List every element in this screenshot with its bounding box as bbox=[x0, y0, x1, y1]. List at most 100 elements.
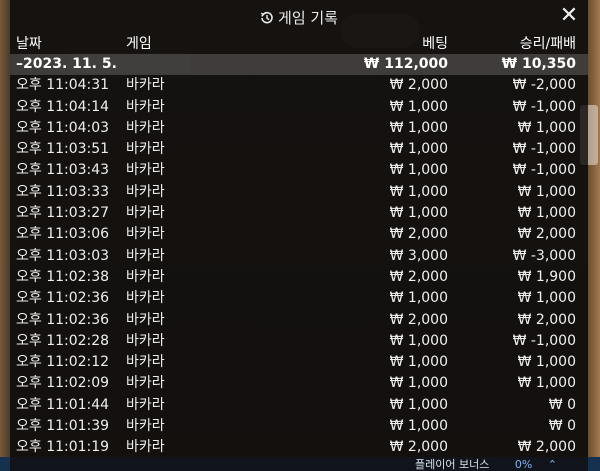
row-game: 바카라 bbox=[126, 418, 165, 435]
row-bet: ₩ 1,000 bbox=[389, 396, 448, 413]
row-time: 오후 11:01:44 bbox=[16, 396, 110, 413]
row-bet: ₩ 1,000 bbox=[389, 162, 448, 179]
row-win-loss: ₩ -1,000 bbox=[512, 332, 576, 349]
background-left-edge bbox=[0, 0, 10, 471]
row-bet: ₩ 1,000 bbox=[389, 418, 448, 435]
player-bonus-bar[interactable]: 플레이어 보너스 0% ⌃ bbox=[415, 458, 557, 471]
table-row[interactable]: 오후 11:01:44 바카라 ₩ 1,000 ₩ 0 bbox=[10, 395, 588, 416]
header-date[interactable]: 날짜 bbox=[16, 34, 42, 54]
table-row[interactable]: 오후 11:01:19 바카라 ₩ 2,000 ₩ 2,000 bbox=[10, 437, 588, 458]
row-win-loss: ₩ 1,000 bbox=[517, 290, 576, 307]
row-bet: ₩ 2,000 bbox=[389, 311, 448, 328]
row-time: 오후 11:03:33 bbox=[16, 183, 110, 200]
row-time: 오후 11:02:36 bbox=[16, 311, 110, 328]
row-bet: ₩ 1,000 bbox=[389, 98, 448, 115]
row-win-loss: ₩ 1,000 bbox=[517, 375, 576, 392]
table-row[interactable]: 오후 11:03:27 바카라 ₩ 1,000 ₩ 1,000 bbox=[10, 203, 588, 224]
date-summary-row[interactable]: –2023. 11. 5. ₩ 112,000 ₩ 10,350 bbox=[10, 54, 588, 76]
table-row[interactable]: 오후 11:01:39 바카라 ₩ 1,000 ₩ 0 bbox=[10, 416, 588, 437]
player-bonus-label: 플레이어 보너스 bbox=[415, 458, 490, 471]
player-bonus-percent: 0% bbox=[514, 458, 533, 471]
row-game: 바카라 bbox=[126, 77, 165, 94]
table-header: 날짜 게임 베팅 승리/패배 bbox=[10, 34, 588, 54]
row-time: 오후 11:03:03 bbox=[16, 247, 110, 264]
row-game: 바카라 bbox=[126, 354, 165, 371]
row-win-loss: ₩ -1,000 bbox=[512, 141, 576, 158]
row-bet: ₩ 2,000 bbox=[389, 226, 448, 243]
row-bet: ₩ 1,000 bbox=[389, 332, 448, 349]
row-bet: ₩ 2,000 bbox=[389, 77, 448, 94]
table-row[interactable]: 오후 11:02:36 바카라 ₩ 1,000 ₩ 1,000 bbox=[10, 288, 588, 309]
row-time: 오후 11:03:43 bbox=[16, 162, 110, 179]
table-row[interactable]: 오후 11:03:03 바카라 ₩ 3,000 ₩ -3,000 bbox=[10, 246, 588, 267]
background-right-edge bbox=[588, 0, 600, 471]
row-win-loss: ₩ 0 bbox=[548, 418, 576, 435]
summary-bet: ₩ 112,000 bbox=[363, 56, 448, 72]
row-game: 바카라 bbox=[126, 162, 165, 179]
row-game: 바카라 bbox=[126, 119, 165, 136]
table-row[interactable]: 오후 11:03:51 바카라 ₩ 1,000 ₩ -1,000 bbox=[10, 139, 588, 160]
row-bet: ₩ 1,000 bbox=[389, 375, 448, 392]
summary-win-loss: ₩ 10,350 bbox=[501, 56, 576, 72]
history-icon bbox=[260, 11, 274, 29]
row-bet: ₩ 2,000 bbox=[389, 268, 448, 285]
header-game[interactable]: 게임 bbox=[126, 34, 152, 54]
row-time: 오후 11:01:19 bbox=[16, 439, 110, 456]
row-game: 바카라 bbox=[126, 311, 165, 328]
row-time: 오후 11:02:36 bbox=[16, 290, 110, 307]
table-row[interactable]: 오후 11:03:06 바카라 ₩ 2,000 ₩ 2,000 bbox=[10, 224, 588, 245]
close-icon[interactable]: ✕ bbox=[558, 5, 580, 27]
row-bet: ₩ 1,000 bbox=[389, 119, 448, 136]
row-win-loss: ₩ 2,000 bbox=[517, 439, 576, 456]
table-row[interactable]: 오후 11:02:38 바카라 ₩ 2,000 ₩ 1,900 bbox=[10, 267, 588, 288]
table-row[interactable]: 오후 11:04:31 바카라 ₩ 2,000 ₩ -2,000 bbox=[10, 75, 588, 96]
row-time: 오후 11:01:39 bbox=[16, 418, 110, 435]
table-row[interactable]: 오후 11:04:14 바카라 ₩ 1,000 ₩ -1,000 bbox=[10, 97, 588, 118]
row-time: 오후 11:02:09 bbox=[16, 375, 110, 392]
table-row[interactable]: 오후 11:03:33 바카라 ₩ 1,000 ₩ 1,000 bbox=[10, 182, 588, 203]
row-game: 바카라 bbox=[126, 226, 165, 243]
row-win-loss: ₩ -3,000 bbox=[512, 247, 576, 264]
title-bar: 게임 기록 ✕ bbox=[10, 0, 588, 34]
row-win-loss: ₩ 1,000 bbox=[517, 119, 576, 136]
table-row[interactable]: 오후 11:02:12 바카라 ₩ 1,000 ₩ 1,000 bbox=[10, 352, 588, 373]
row-bet: ₩ 1,000 bbox=[389, 205, 448, 222]
row-win-loss: ₩ 1,900 bbox=[517, 268, 576, 285]
row-game: 바카라 bbox=[126, 268, 165, 285]
row-game: 바카라 bbox=[126, 141, 165, 158]
table-row[interactable]: 오후 11:02:28 바카라 ₩ 1,000 ₩ -1,000 bbox=[10, 331, 588, 352]
window-title: 게임 기록 bbox=[278, 9, 338, 27]
summary-date: –2023. 11. 5. bbox=[16, 56, 117, 72]
row-game: 바카라 bbox=[126, 98, 165, 115]
game-history-panel: 게임 기록 ✕ 날짜 게임 베팅 승리/패배 –2023. 11. 5. ₩ 1… bbox=[10, 0, 588, 471]
table-row[interactable]: 오후 11:03:43 바카라 ₩ 1,000 ₩ -1,000 bbox=[10, 160, 588, 181]
table-row[interactable]: 오후 11:04:03 바카라 ₩ 1,000 ₩ 1,000 bbox=[10, 118, 588, 139]
row-time: 오후 11:02:28 bbox=[16, 332, 110, 349]
row-win-loss: ₩ 1,000 bbox=[517, 354, 576, 371]
table-row[interactable]: 오후 11:02:36 바카라 ₩ 2,000 ₩ 2,000 bbox=[10, 310, 588, 331]
row-time: 오후 11:04:03 bbox=[16, 119, 110, 136]
row-game: 바카라 bbox=[126, 375, 165, 392]
row-win-loss: ₩ -2,000 bbox=[512, 77, 576, 94]
row-bet: ₩ 3,000 bbox=[389, 247, 448, 264]
row-win-loss: ₩ -1,000 bbox=[512, 162, 576, 179]
history-rows: 오후 11:04:31 바카라 ₩ 2,000 ₩ -2,000 오후 11:04:14… bbox=[10, 75, 588, 458]
row-game: 바카라 bbox=[126, 183, 165, 200]
row-time: 오후 11:02:12 bbox=[16, 354, 110, 371]
header-win-loss[interactable]: 승리/패배 bbox=[520, 34, 576, 54]
row-bet: ₩ 1,000 bbox=[389, 354, 448, 371]
row-bet: ₩ 1,000 bbox=[389, 290, 448, 307]
row-time: 오후 11:03:51 bbox=[16, 141, 110, 158]
row-win-loss: ₩ 1,000 bbox=[517, 183, 576, 200]
header-bet[interactable]: 베팅 bbox=[422, 34, 448, 54]
row-bet: ₩ 2,000 bbox=[389, 439, 448, 456]
row-win-loss: ₩ 2,000 bbox=[517, 226, 576, 243]
row-time: 오후 11:03:27 bbox=[16, 205, 110, 222]
row-game: 바카라 bbox=[126, 439, 165, 456]
row-win-loss: ₩ 0 bbox=[548, 396, 576, 413]
bonus-chevron-icon[interactable]: ⌃ bbox=[548, 458, 557, 471]
row-game: 바카라 bbox=[126, 332, 165, 349]
row-win-loss: ₩ 2,000 bbox=[517, 311, 576, 328]
history-table: 날짜 게임 베팅 승리/패배 –2023. 11. 5. ₩ 112,000 ₩… bbox=[10, 34, 588, 459]
table-row[interactable]: 오후 11:02:09 바카라 ₩ 1,000 ₩ 1,000 bbox=[10, 373, 588, 394]
